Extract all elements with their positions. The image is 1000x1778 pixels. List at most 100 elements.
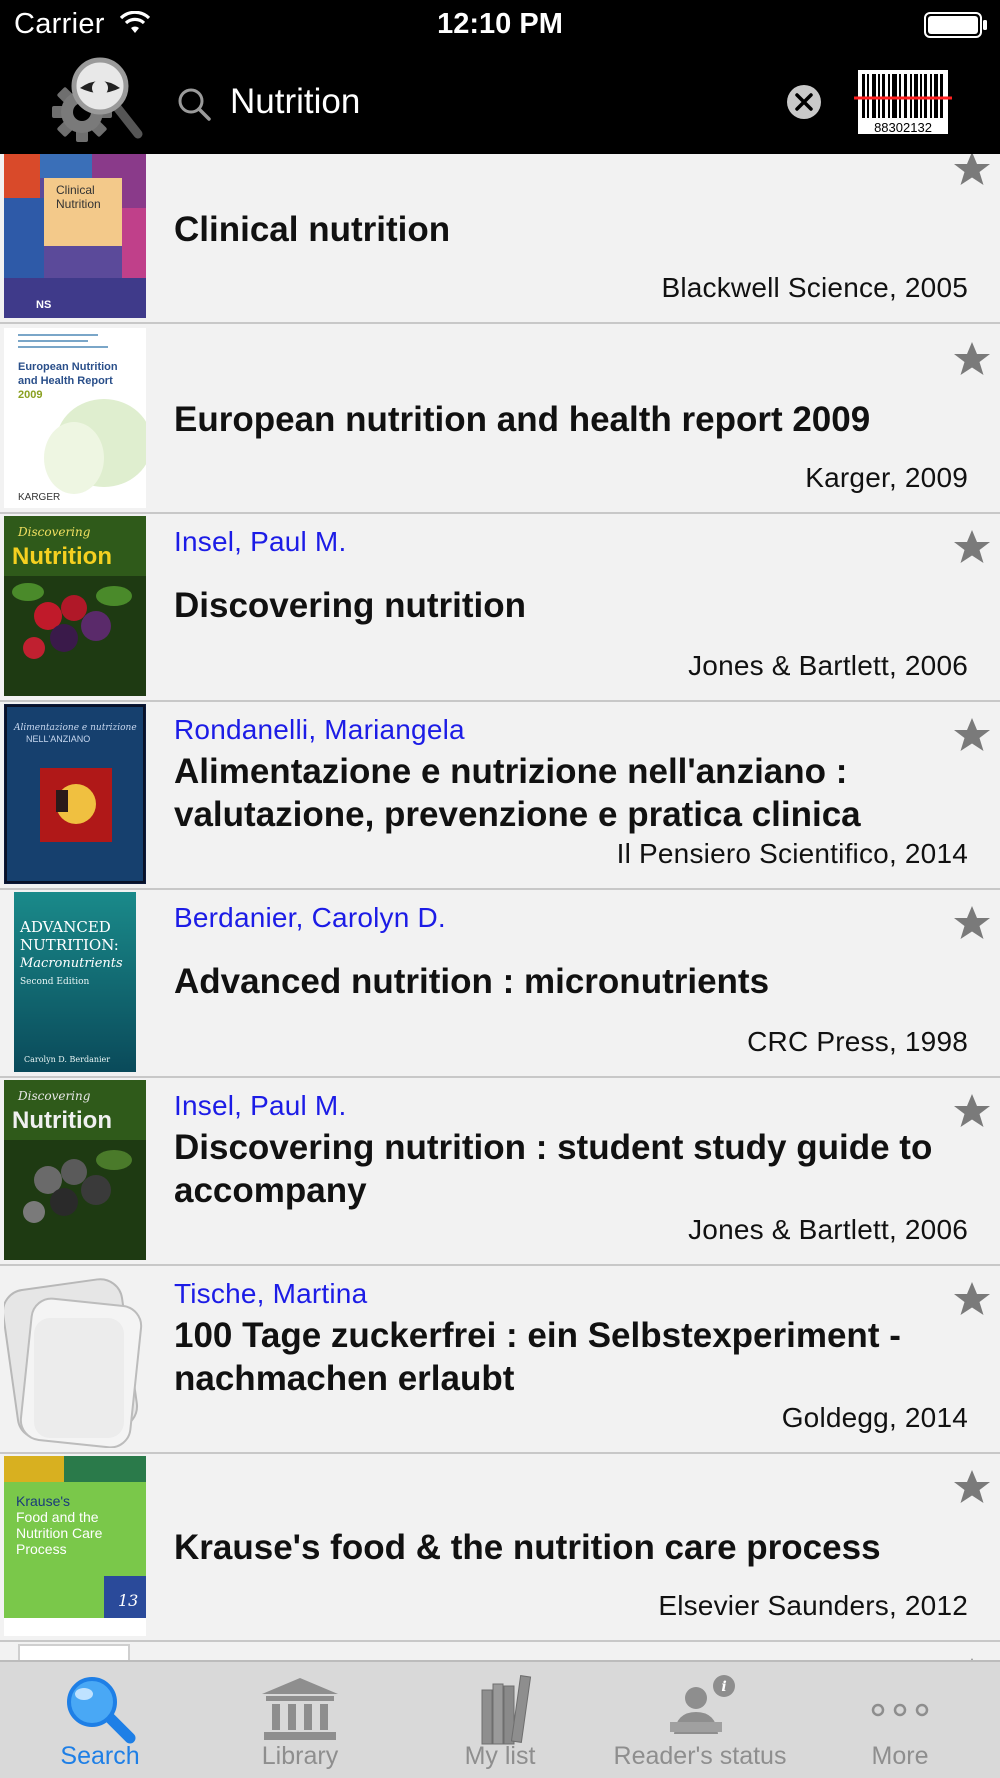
favorite-star-icon[interactable] [952,904,992,942]
tab-label: Library [261,1742,339,1770]
favorite-star-icon[interactable] [952,1092,992,1130]
book-author: Rondanelli, Mariangela [174,714,465,745]
placeholder-cover-icon [4,1268,146,1448]
svg-text:2009: 2009 [18,389,42,401]
tab-label: My list [464,1742,536,1770]
result-row[interactable]: Tische, Martina 100 Tage zuckerfrei : ei… [0,1266,1000,1454]
svg-text:Discovering: Discovering [17,1089,91,1103]
tab-label: Reader's status [613,1742,787,1770]
svg-text:NUTRITION:: NUTRITION: [20,936,119,954]
book-publisher: Elsevier Saunders, 2012 [658,1590,968,1621]
book-author: Insel, Paul M. [174,1090,347,1121]
tab-readers-status[interactable]: i Reader's status [600,1662,800,1778]
result-row[interactable] [0,1642,1000,1660]
book-publisher: Jones & Bartlett, 2006 [688,650,968,681]
svg-text:Process: Process [16,1541,67,1557]
favorite-star-icon[interactable] [952,154,992,188]
book-publisher: Jones & Bartlett, 2006 [688,1214,968,1245]
more-icon [871,1703,929,1717]
battery-icon [924,12,987,38]
svg-text:13: 13 [118,1591,138,1610]
search-field[interactable] [172,72,832,132]
clear-search-icon[interactable] [786,84,822,120]
svg-text:Food and the: Food and the [16,1509,99,1525]
svg-text:Macronutrients: Macronutrients [19,956,123,971]
favorite-star-icon[interactable] [952,340,992,378]
book-publisher: CRC Press, 1998 [747,1026,968,1057]
book-publisher: Karger, 2009 [805,462,968,493]
tab-search[interactable]: Search [0,1662,200,1778]
book-cover: Clinical Nutrition NS [4,154,146,318]
result-row[interactable]: Clinical Nutrition NS Clinical nutrition… [0,154,1000,324]
book-cover: Discovering Nutrition [4,516,146,696]
status-bar: Carrier 12:10 PM [0,0,1000,50]
svg-text:Discovering: Discovering [17,525,91,539]
favorite-star-icon[interactable] [952,1280,992,1318]
tab-bar: Search Library My list i Reader's status… [0,1660,1000,1778]
search-icon [67,1677,136,1744]
search-settings-icon[interactable] [46,54,146,150]
result-row[interactable]: Alimentazione e nutrizione NELL'ANZIANO … [0,702,1000,890]
status-time: 12:10 PM [437,8,563,40]
results-list[interactable]: Clinical Nutrition NS Clinical nutrition… [0,154,1000,1660]
svg-text:Krause's: Krause's [16,1493,70,1509]
book-title: Alimentazione e nutrizione nell'anziano … [174,752,861,834]
svg-text:i: i [721,1679,726,1695]
book-cover: Krause's Food and the Nutrition Care Pro… [4,1456,146,1636]
book-cover: ADVANCED NUTRITION: Macronutrients Secon… [14,892,136,1072]
book-cover: Alimentazione e nutrizione NELL'ANZIANO [4,704,146,884]
book-title: 100 Tage zuckerfrei : ein Selbstexperime… [174,1316,901,1398]
favorite-star-icon[interactable] [952,528,992,566]
book-publisher: Goldegg, 2014 [781,1402,968,1433]
tab-label: More [871,1742,929,1770]
book-cover: Discovering Nutrition [4,1080,146,1260]
svg-text:Carolyn D. Berdanier: Carolyn D. Berdanier [24,1055,110,1064]
book-cover [18,1644,130,1660]
svg-text:Clinical: Clinical [56,183,95,197]
book-title: Clinical nutrition [174,210,451,249]
book-publisher: Blackwell Science, 2005 [661,272,968,303]
svg-text:European Nutrition: European Nutrition [18,361,118,373]
svg-text:NS: NS [36,299,51,311]
search-icon [178,88,211,121]
svg-text:Second Edition: Second Edition [20,977,89,987]
favorite-star-icon[interactable] [952,716,992,754]
books-icon [481,1675,532,1745]
book-cover: European Nutrition and Health Report 200… [4,328,146,508]
app-screen: Carrier 12:10 PM Nutrition 88302132 Clin… [0,0,1000,1778]
result-row[interactable]: Discovering Nutrition Insel, Paul M. Dis… [0,1078,1000,1266]
tab-library[interactable]: Library [200,1662,400,1778]
svg-text:KARGER: KARGER [18,492,60,503]
svg-text:Nutrition: Nutrition [12,1107,112,1134]
book-title: Discovering nutrition [174,586,526,625]
svg-text:ADVANCED: ADVANCED [19,918,111,936]
result-row[interactable]: ADVANCED NUTRITION: Macronutrients Secon… [0,890,1000,1078]
book-title: Advanced nutrition : micronutrients [174,962,770,1001]
tab-my-list[interactable]: My list [400,1662,600,1778]
book-publisher: Il Pensiero Scientifico, 2014 [616,838,968,869]
library-icon [262,1678,338,1740]
result-row[interactable]: Krause's Food and the Nutrition Care Pro… [0,1454,1000,1642]
tab-more[interactable]: More [800,1662,1000,1778]
svg-text:Nutrition: Nutrition [56,197,101,211]
svg-text:Nutrition Care: Nutrition Care [16,1525,103,1541]
svg-text:Nutrition: Nutrition [12,543,112,570]
book-author: Insel, Paul M. [174,526,347,557]
barcode-scanner-icon[interactable]: 88302132 [854,66,952,138]
book-title: European nutrition and health report 200… [174,400,871,439]
result-row[interactable]: Discovering Nutrition Insel, Paul M. Dis… [0,514,1000,702]
book-title: Discovering nutrition : student study gu… [174,1128,933,1210]
book-author: Tische, Martina [174,1278,368,1309]
favorite-star-icon[interactable] [952,1468,992,1506]
reader-info-icon: i [670,1675,735,1734]
book-author: Berdanier, Carolyn D. [174,902,446,933]
svg-text:and Health Report: and Health Report [18,375,113,387]
svg-text:Alimentazione e nutrizione: Alimentazione e nutrizione [13,723,137,733]
result-row[interactable]: European Nutrition and Health Report 200… [0,326,1000,514]
search-header: 88302132 [0,50,1000,154]
search-input[interactable] [230,82,730,122]
tab-label: Search [60,1742,140,1770]
svg-text:NELL'ANZIANO: NELL'ANZIANO [26,734,90,744]
book-title: Krause's food & the nutrition care proce… [174,1528,881,1567]
barcode-number: 88302132 [874,120,932,135]
